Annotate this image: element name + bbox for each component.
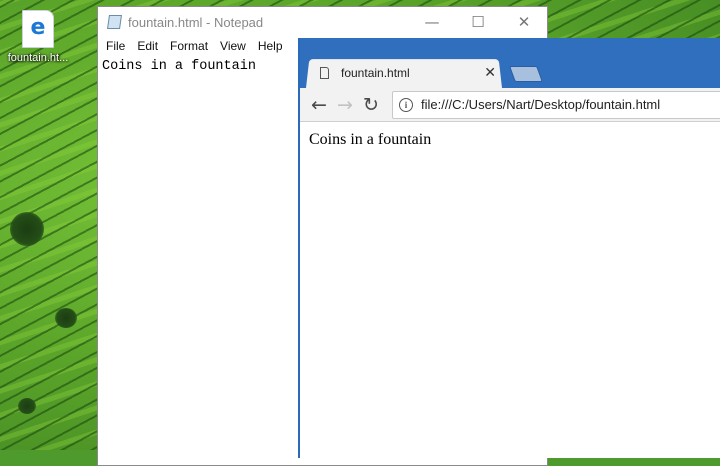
wallpaper-tree: [10, 212, 44, 246]
address-bar[interactable]: i file:///C:/Users/Nart/Desktop/fountain…: [392, 90, 720, 119]
reload-icon[interactable]: ↻: [358, 92, 384, 118]
info-icon[interactable]: i: [399, 97, 413, 112]
maximize-button[interactable]: ☐: [455, 7, 501, 37]
tab-title: fountain.html: [341, 66, 410, 80]
tab-strip: fountain.html ✕: [300, 38, 720, 88]
desktop-icon-label: fountain.ht...: [7, 52, 69, 64]
notepad-title-bar[interactable]: fountain.html - Notepad — ☐ ✕: [98, 7, 547, 37]
arrow-left-icon[interactable]: ←: [306, 92, 332, 118]
address-url: file:///C:/Users/Nart/Desktop/fountain.h…: [421, 97, 661, 112]
page-content: Coins in a fountain: [309, 131, 432, 148]
edge-file-icon: e: [22, 10, 54, 48]
page-icon: [320, 67, 329, 79]
menu-file[interactable]: File: [100, 37, 131, 56]
notepad-title: fountain.html - Notepad: [128, 14, 264, 30]
menu-edit[interactable]: Edit: [131, 37, 164, 56]
edge-logo-icon: e: [30, 15, 46, 40]
browser-window[interactable]: fountain.html ✕ ← → ↻ i file:///C:/Users…: [298, 38, 720, 458]
tab-close-icon[interactable]: ✕: [484, 65, 496, 81]
menu-help[interactable]: Help: [252, 37, 289, 56]
wallpaper-tree: [18, 398, 36, 414]
notepad-icon: [107, 15, 122, 29]
window-controls: — ☐ ✕: [409, 7, 547, 37]
arrow-right-icon[interactable]: →: [332, 92, 358, 118]
wallpaper-tree: [55, 308, 77, 328]
menu-view[interactable]: View: [214, 37, 252, 56]
new-tab-button[interactable]: [509, 66, 543, 82]
minimize-button[interactable]: —: [409, 7, 455, 37]
menu-format[interactable]: Format: [164, 37, 214, 56]
close-button[interactable]: ✕: [501, 7, 547, 37]
desktop-icon-fountain-html[interactable]: e fountain.ht...: [0, 10, 76, 74]
browser-toolbar: ← → ↻ i file:///C:/Users/Nart/Desktop/fo…: [300, 88, 720, 122]
tab-content[interactable]: fountain.html ✕: [320, 58, 504, 88]
